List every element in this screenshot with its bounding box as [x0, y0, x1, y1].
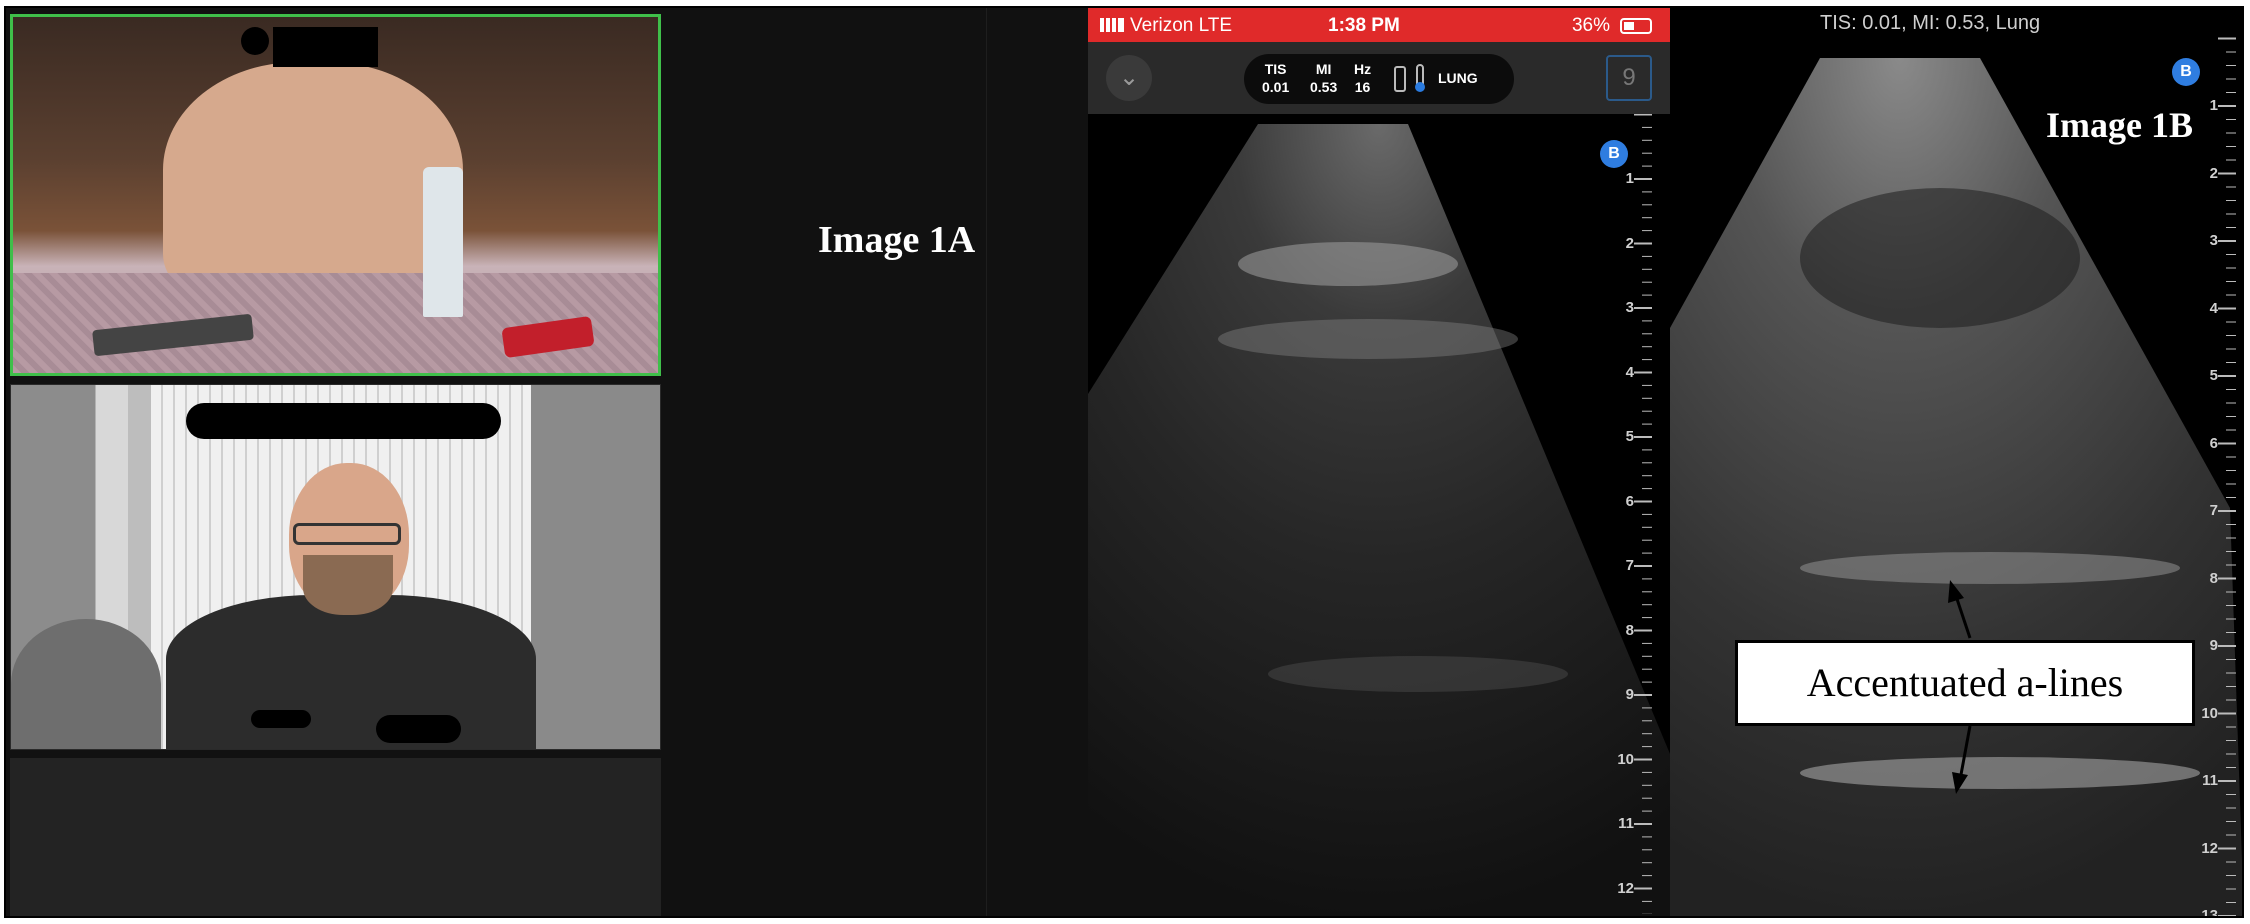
patient-video-feed	[13, 17, 658, 373]
battery-icon	[1620, 18, 1652, 34]
redaction-bar	[186, 403, 501, 439]
signal-icon	[1100, 18, 1124, 32]
depth-tick-label: 8	[2209, 569, 2218, 587]
beard	[303, 555, 393, 615]
depth-tick-label: 9	[1625, 686, 1634, 703]
virtual-background	[11, 385, 660, 749]
patient-figure	[163, 62, 463, 302]
depth-tick-label: 11	[1618, 815, 1634, 832]
redaction-mark	[251, 710, 311, 728]
carrier-label: Verizon LTE	[1130, 15, 1233, 36]
battery-percent: 36%	[1571, 15, 1610, 36]
depth-tick-label: 10	[2201, 704, 2218, 722]
tis-readout: TIS 0.01	[1262, 61, 1290, 95]
depth-tick-label: 4	[2209, 299, 2218, 317]
depth-tick-label: 6	[1625, 492, 1634, 510]
mi-readout: MI 0.53	[1310, 61, 1338, 95]
depth-tick-label: 12	[2201, 839, 2218, 857]
depth-tick-label: 10	[1617, 750, 1634, 768]
depth-tick-label: 8	[1625, 621, 1634, 639]
thermometer-icon	[1415, 64, 1425, 92]
probe-orientation-badge: B	[1600, 140, 1628, 168]
depth-tick-label: 11	[2202, 772, 2218, 789]
redaction-dot	[241, 27, 269, 55]
depth-ruler: 1 2 3 4 5 6 7 8 9 10 11 12 13	[2201, 8, 2242, 916]
depth-tick-label: 4	[1625, 363, 1634, 381]
gel-bottle	[423, 167, 463, 317]
depth-tick-label: 6	[2209, 434, 2218, 452]
ruler-ticks	[1634, 114, 1652, 914]
ruler-ticks	[2218, 37, 2236, 916]
depth-tick-label: 3	[1625, 299, 1634, 316]
patient-video-tile[interactable]	[10, 14, 661, 376]
depth-tick-label: 1	[1625, 170, 1634, 187]
redaction-mark	[376, 715, 461, 743]
phone-ultrasound-screen: Verizon LTE 1:38 PM 36% ⌄ TIS 0.01 MI 0.53…	[1088, 8, 1670, 916]
image-1b-label: Image 1B	[2046, 105, 2193, 145]
depth-tick-label: 2	[2209, 164, 2218, 182]
frame-rate-readout: Hz 16	[1354, 61, 1372, 95]
image-1a-label: Image 1A	[818, 219, 976, 261]
panel-divider	[986, 8, 987, 916]
scan-toolbar: ⌄ TIS 0.01 MI 0.53 Hz 16 LUNG 9	[1088, 42, 1670, 114]
depth-tick-label: 7	[2209, 502, 2218, 519]
clinician-body	[166, 595, 536, 749]
ultrasound-panel-1b: TIS: 0.01, MI: 0.53, Lung B Image 1B 123…	[1670, 8, 2242, 916]
depth-tick-label: 7	[1625, 557, 1634, 574]
probe-battery-icon	[1394, 66, 1406, 92]
status-bar: Verizon LTE 1:38 PM 36%	[1088, 8, 1670, 42]
depth-tick-label: 1	[2209, 97, 2218, 114]
depth-tick-label: 2	[1625, 234, 1634, 252]
preset-label[interactable]: LUNG	[1438, 70, 1478, 86]
depth-tick-label: 9	[2209, 637, 2218, 654]
glasses	[293, 523, 401, 545]
tree	[11, 619, 161, 749]
collapse-button[interactable]: ⌄	[1106, 55, 1152, 101]
clinician-video-tile[interactable]	[10, 384, 661, 750]
depth-ruler: 1 2 3 4 5 6 7 8 9 10 11 12	[1617, 114, 1660, 914]
empty-video-tile	[10, 758, 661, 916]
depth-tick-label: 3	[2209, 232, 2218, 249]
acoustic-header-1b: TIS: 0.01, MI: 0.53, Lung	[1820, 12, 2041, 34]
figure-frame: Image 1A Verizon LTE 1:38 PM 36% ⌄ TIS 0.…	[4, 6, 2244, 918]
ultrasound-sector-1a	[1088, 124, 1670, 916]
depth-tick-label: 13	[2201, 907, 2218, 918]
depth-button[interactable]: 9	[1606, 55, 1652, 101]
probe-orientation-badge: B	[2172, 58, 2200, 86]
depth-tick-label: 5	[1625, 428, 1634, 445]
depth-tick-label: 5	[2209, 367, 2218, 384]
redaction-bar	[273, 27, 378, 67]
a-lines-callout: Accentuated a-lines	[1735, 640, 2195, 726]
depth-tick-label: 12	[1617, 879, 1634, 897]
ultrasound-image-1a: B 1 2 3 4 5 6 7 8 9 10 11 12	[1088, 114, 1670, 916]
acoustic-params: TIS 0.01 MI 0.53 Hz 16 LUNG	[1244, 54, 1514, 104]
clock: 1:38 PM	[1328, 15, 1400, 36]
